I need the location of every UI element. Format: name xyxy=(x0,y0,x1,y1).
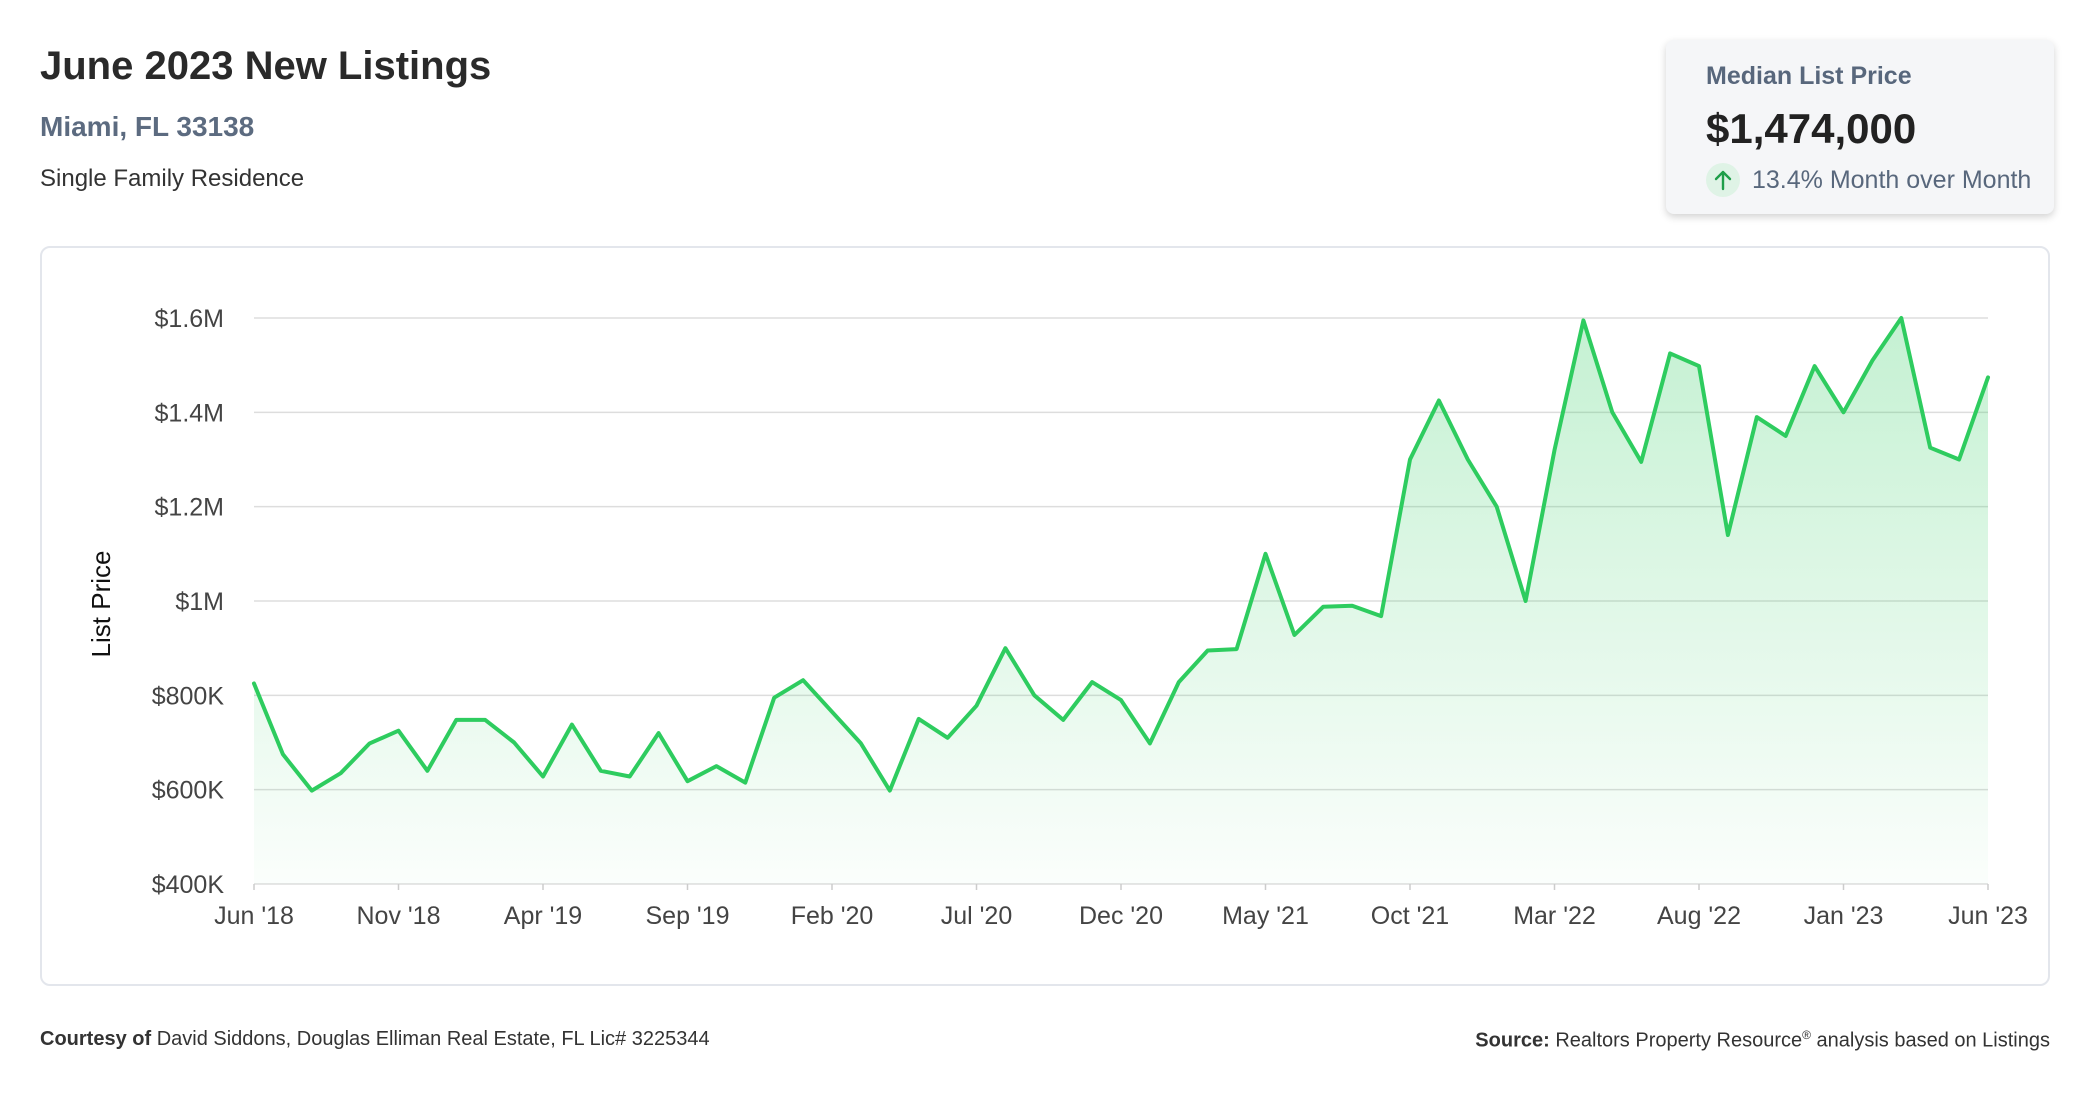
courtesy-text: David Siddons, Douglas Elliman Real Esta… xyxy=(156,1028,710,1050)
report-header: June 2023 New Listings Miami, FL 33138 S… xyxy=(40,44,491,193)
kpi-change-text: 13.4% Month over Month xyxy=(1752,165,2032,194)
x-tick-label: Jan '23 xyxy=(1804,902,1884,930)
y-tick-label: $1.2M xyxy=(155,494,224,522)
source-text: Realtors Property Resource xyxy=(1555,1029,1803,1052)
median-list-price-card: Median List Price $1,474,000 13.4% Month… xyxy=(1666,40,2054,214)
arrow-up-icon xyxy=(1706,163,1740,197)
y-axis-label: List Price xyxy=(86,551,116,658)
location-label: Miami, FL 33138 xyxy=(40,111,255,142)
x-tick-label: May '21 xyxy=(1222,902,1309,930)
property-type-label: Single Family Residence xyxy=(40,165,305,192)
page-title: June 2023 New Listings xyxy=(40,44,492,88)
courtesy-footer: Courtesy of David Siddons, Douglas Ellim… xyxy=(40,1028,710,1051)
x-tick-label: Oct '21 xyxy=(1371,902,1449,930)
x-tick-label: Jun '23 xyxy=(1948,902,2028,930)
x-tick-label: Aug '22 xyxy=(1657,902,1741,930)
y-tick-label: $800K xyxy=(152,682,225,710)
x-tick-label: Jun '18 xyxy=(214,902,294,930)
x-tick-label: Apr '19 xyxy=(504,902,582,930)
x-tick-label: Jul '20 xyxy=(941,902,1012,930)
y-tick-label: $1.6M xyxy=(155,305,224,333)
x-tick-label: Sep '19 xyxy=(645,902,729,930)
kpi-value: $1,474,000 xyxy=(1706,105,1917,152)
y-tick-label: $600K xyxy=(152,777,225,805)
source-label: Source: xyxy=(1475,1029,1550,1052)
y-tick-label: $1M xyxy=(175,588,224,616)
source-text-2: analysis based on Listings xyxy=(1816,1029,2050,1052)
x-tick-label: Nov '18 xyxy=(357,902,441,930)
kpi-label: Median List Price xyxy=(1706,62,1912,90)
x-tick-label: Dec '20 xyxy=(1079,902,1163,930)
chart-panel: $400K $600K $800K $1M $1.2M $1.4M $1.6M Jun '1… xyxy=(40,246,2050,986)
registered-mark: ® xyxy=(1802,1028,1811,1042)
x-tick-label: Feb '20 xyxy=(791,902,874,930)
courtesy-label: Courtesy of xyxy=(40,1028,152,1050)
y-tick-label: $400K xyxy=(152,871,225,899)
kpi-change: 13.4% Month over Month xyxy=(1706,163,2054,197)
list-price-chart: $400K $600K $800K $1M $1.2M $1.4M $1.6M Jun '1… xyxy=(86,305,2028,930)
source-footer: Source: Realtors Property Resource® anal… xyxy=(1475,1028,2050,1053)
y-tick-label: $1.4M xyxy=(155,399,224,427)
x-tick-label: Mar '22 xyxy=(1513,902,1596,930)
